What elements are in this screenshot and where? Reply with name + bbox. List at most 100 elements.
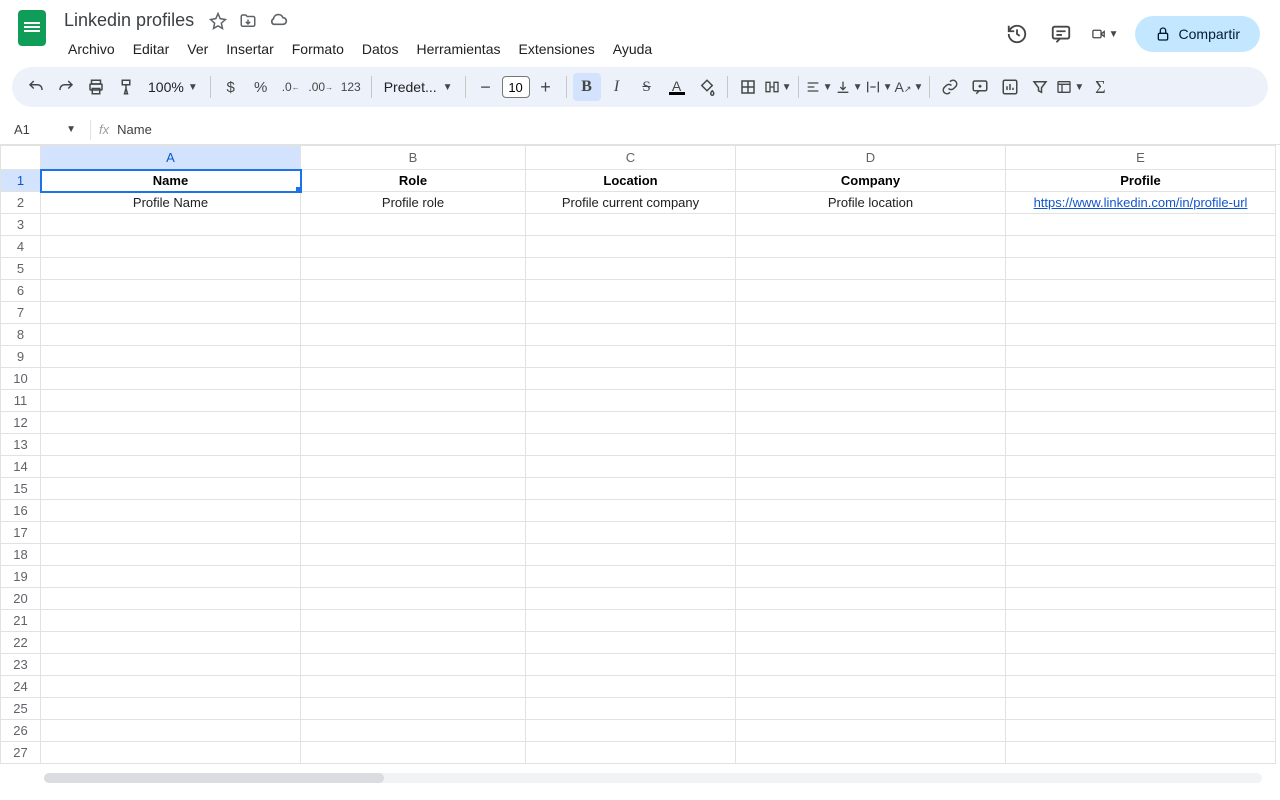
cell[interactable] xyxy=(526,390,736,412)
cell[interactable] xyxy=(1006,456,1276,478)
font-size-increase[interactable]: + xyxy=(532,73,560,101)
menu-formato[interactable]: Formato xyxy=(284,37,352,61)
percent-button[interactable]: % xyxy=(247,73,275,101)
cell[interactable]: Name xyxy=(41,170,301,192)
rotate-button[interactable]: A↗▼ xyxy=(895,73,924,101)
cell[interactable] xyxy=(301,610,526,632)
row-header-10[interactable]: 10 xyxy=(1,368,41,390)
row-header-9[interactable]: 9 xyxy=(1,346,41,368)
cell[interactable]: Company xyxy=(736,170,1006,192)
cell[interactable] xyxy=(41,236,301,258)
cell[interactable] xyxy=(1006,676,1276,698)
cell[interactable] xyxy=(1006,522,1276,544)
cell[interactable] xyxy=(301,522,526,544)
col-header-A[interactable]: A xyxy=(41,146,301,170)
sheets-logo[interactable] xyxy=(12,8,52,48)
row-header-16[interactable]: 16 xyxy=(1,500,41,522)
cell[interactable]: Profile current company xyxy=(526,192,736,214)
row-header-18[interactable]: 18 xyxy=(1,544,41,566)
row-header-20[interactable]: 20 xyxy=(1,588,41,610)
row-header-8[interactable]: 8 xyxy=(1,324,41,346)
cell[interactable] xyxy=(1006,500,1276,522)
cell[interactable] xyxy=(41,456,301,478)
cell[interactable] xyxy=(41,368,301,390)
row-header-24[interactable]: 24 xyxy=(1,676,41,698)
h-scroll-thumb[interactable] xyxy=(44,773,384,783)
cell[interactable] xyxy=(41,258,301,280)
cell[interactable] xyxy=(301,280,526,302)
cell[interactable] xyxy=(41,742,301,764)
cell[interactable] xyxy=(1006,412,1276,434)
functions-button[interactable]: Σ xyxy=(1086,73,1114,101)
strikethrough-button[interactable]: S xyxy=(633,73,661,101)
link-button[interactable] xyxy=(936,73,964,101)
cell[interactable] xyxy=(736,676,1006,698)
comment-button[interactable] xyxy=(966,73,994,101)
cell[interactable] xyxy=(41,720,301,742)
row-header-15[interactable]: 15 xyxy=(1,478,41,500)
cell[interactable] xyxy=(526,478,736,500)
cell[interactable] xyxy=(736,456,1006,478)
cell[interactable] xyxy=(301,346,526,368)
cell[interactable] xyxy=(301,632,526,654)
grid-container[interactable]: ABCDE1NameRoleLocationCompanyProfile2Pro… xyxy=(0,145,1280,785)
cell[interactable] xyxy=(526,368,736,390)
cell[interactable] xyxy=(736,434,1006,456)
cell[interactable] xyxy=(526,720,736,742)
cell[interactable] xyxy=(736,544,1006,566)
cell[interactable] xyxy=(736,258,1006,280)
cell[interactable] xyxy=(736,478,1006,500)
zoom-select[interactable]: 100%▼ xyxy=(142,79,204,95)
v-align-button[interactable]: ▼ xyxy=(835,73,863,101)
cell[interactable] xyxy=(301,434,526,456)
cell[interactable] xyxy=(526,500,736,522)
cell[interactable] xyxy=(301,236,526,258)
cell[interactable]: https://www.linkedin.com/in/profile-url xyxy=(1006,192,1276,214)
cell[interactable] xyxy=(736,280,1006,302)
cell[interactable] xyxy=(1006,632,1276,654)
cell[interactable] xyxy=(301,368,526,390)
cell[interactable] xyxy=(41,214,301,236)
cell[interactable] xyxy=(526,302,736,324)
cell[interactable] xyxy=(1006,214,1276,236)
cell[interactable] xyxy=(301,500,526,522)
menu-datos[interactable]: Datos xyxy=(354,37,407,61)
cell[interactable] xyxy=(526,566,736,588)
cell[interactable] xyxy=(41,698,301,720)
row-header-1[interactable]: 1 xyxy=(1,170,41,192)
cell[interactable] xyxy=(526,236,736,258)
row-header-17[interactable]: 17 xyxy=(1,522,41,544)
formula-input[interactable]: Name xyxy=(117,122,152,137)
decrease-decimal-button[interactable]: .0← xyxy=(277,73,305,101)
cell[interactable] xyxy=(41,588,301,610)
cell[interactable] xyxy=(736,236,1006,258)
cell[interactable] xyxy=(1006,236,1276,258)
col-header-D[interactable]: D xyxy=(736,146,1006,170)
cell[interactable] xyxy=(1006,588,1276,610)
cell[interactable] xyxy=(301,214,526,236)
cell[interactable] xyxy=(526,632,736,654)
cell[interactable] xyxy=(1006,302,1276,324)
cell[interactable] xyxy=(736,214,1006,236)
row-header-5[interactable]: 5 xyxy=(1,258,41,280)
cell[interactable] xyxy=(526,676,736,698)
document-title[interactable]: Linkedin profiles xyxy=(60,8,198,33)
cell[interactable] xyxy=(526,280,736,302)
cell[interactable] xyxy=(526,346,736,368)
cell[interactable] xyxy=(41,522,301,544)
cell[interactable] xyxy=(1006,654,1276,676)
cell[interactable]: Location xyxy=(526,170,736,192)
cell[interactable] xyxy=(736,654,1006,676)
filter-views-button[interactable]: ▼ xyxy=(1056,73,1084,101)
cell[interactable] xyxy=(736,698,1006,720)
row-header-22[interactable]: 22 xyxy=(1,632,41,654)
paint-format-button[interactable] xyxy=(112,73,140,101)
cell[interactable] xyxy=(41,676,301,698)
cell[interactable] xyxy=(301,720,526,742)
col-header-C[interactable]: C xyxy=(526,146,736,170)
cell[interactable] xyxy=(41,500,301,522)
cell[interactable] xyxy=(526,324,736,346)
col-header-B[interactable]: B xyxy=(301,146,526,170)
cell[interactable] xyxy=(526,412,736,434)
menu-extensiones[interactable]: Extensiones xyxy=(510,37,602,61)
